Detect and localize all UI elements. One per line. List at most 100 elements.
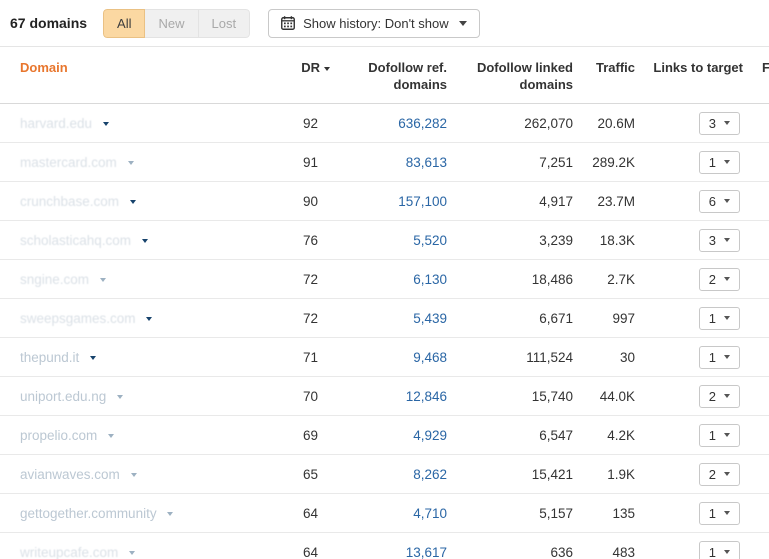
domain-link[interactable]: sngine.com (20, 272, 89, 287)
domain-link[interactable]: thepund.it (20, 350, 79, 365)
first-seen-cell-clipped (747, 259, 769, 299)
links-to-target-select[interactable]: 1 (698, 345, 740, 369)
table-row: avianwaves.com 65 8,262 15,421 1.9K 2 (0, 454, 769, 494)
domain-link[interactable]: avianwaves.com (20, 467, 120, 482)
links-to-target-select[interactable]: 1 (698, 501, 740, 525)
dr-value: 76 (288, 220, 330, 260)
table-row: propelio.com 69 4,929 6,547 4.2K 1 (0, 415, 769, 455)
dofollow-ref-domains-link[interactable]: 8,262 (413, 467, 447, 482)
show-history-button[interactable]: Show history: Don't show (268, 8, 480, 38)
domain-link[interactable]: scholasticahq.com (20, 233, 131, 248)
traffic-value: 483 (573, 532, 635, 559)
chevron-down-icon (724, 160, 730, 164)
domain-link[interactable]: gettogether.community (20, 506, 157, 521)
table-row: scholasticahq.com 76 5,520 3,239 18.3K 3 (0, 220, 769, 260)
traffic-value: 18.3K (573, 220, 635, 260)
chevron-down-icon[interactable] (102, 121, 109, 126)
dofollow-ref-domains-link[interactable]: 5,520 (413, 233, 447, 248)
dofollow-ref-domains-link[interactable]: 83,613 (406, 155, 447, 170)
dofollow-ref-domains-link[interactable]: 4,929 (413, 428, 447, 443)
links-to-target-select[interactable]: 3 (698, 111, 740, 135)
domains-count: 67 domains (10, 15, 88, 31)
dr-value: 69 (288, 415, 330, 455)
column-header-domain[interactable]: Domain (0, 47, 288, 104)
traffic-value: 4.2K (573, 415, 635, 455)
chevron-down-icon (724, 199, 730, 203)
table-row: harvard.edu 92 636,282 262,070 20.6M 3 (0, 103, 769, 143)
table-row: uniport.edu.ng 70 12,846 15,740 44.0K 2 (0, 376, 769, 416)
domain-link[interactable]: mastercard.com (20, 155, 117, 170)
chevron-down-icon (724, 355, 730, 359)
dofollow-ref-domains-link[interactable]: 157,100 (398, 194, 447, 209)
column-header-traffic[interactable]: Traffic (573, 47, 635, 104)
traffic-value: 2.7K (573, 259, 635, 299)
links-to-target-select[interactable]: 2 (698, 267, 740, 291)
dofollow-linked-domains-value: 262,070 (447, 103, 573, 143)
column-header-dofollow-linked-domains[interactable]: Dofollow linked domains (447, 47, 573, 104)
dofollow-linked-domains-value: 6,671 (447, 298, 573, 338)
links-to-target-select[interactable]: 2 (698, 462, 740, 486)
toolbar: 67 domains All New Lost Show history: Do… (0, 0, 769, 47)
column-header-dofollow-ref-domains[interactable]: Dofollow ref. domains (330, 47, 447, 104)
dr-value: 72 (288, 259, 330, 299)
calendar-icon (281, 16, 296, 30)
dofollow-ref-domains-link[interactable]: 6,130 (413, 272, 447, 287)
domain-link[interactable]: sweepsgames.com (20, 311, 136, 326)
referring-domains-table: Domain DR Dofollow ref. domains Dofollow… (0, 47, 769, 559)
links-to-target-select[interactable]: 6 (698, 189, 740, 213)
chevron-down-icon[interactable] (129, 199, 136, 204)
links-to-target-select[interactable]: 3 (698, 228, 740, 252)
chevron-down-icon[interactable] (129, 550, 136, 555)
dofollow-ref-domains-link[interactable]: 5,439 (413, 311, 447, 326)
links-to-target-select[interactable]: 1 (698, 150, 740, 174)
dofollow-ref-domains-link[interactable]: 636,282 (398, 116, 447, 131)
dofollow-ref-domains-link[interactable]: 12,846 (406, 389, 447, 404)
chevron-down-icon[interactable] (167, 511, 174, 516)
column-header-links-to-target[interactable]: Links to target (635, 47, 747, 104)
domain-link[interactable]: writeupcafe.com (20, 545, 118, 559)
column-header-first-seen[interactable]: First seen (747, 47, 769, 104)
first-seen-cell-clipped (747, 337, 769, 377)
chevron-down-icon[interactable] (141, 238, 148, 243)
dofollow-linked-domains-value: 5,157 (447, 493, 573, 533)
column-header-dr[interactable]: DR (288, 47, 330, 104)
links-to-target-value: 6 (708, 193, 716, 209)
dofollow-ref-domains-link[interactable]: 9,468 (413, 350, 447, 365)
chevron-down-icon[interactable] (127, 160, 134, 165)
dofollow-linked-domains-value: 15,421 (447, 454, 573, 494)
table-row: crunchbase.com 90 157,100 4,917 23.7M 6 (0, 181, 769, 221)
dofollow-linked-domains-value: 15,740 (447, 376, 573, 416)
links-to-target-select[interactable]: 1 (698, 540, 740, 559)
chevron-down-icon (458, 20, 467, 26)
domain-link[interactable]: harvard.edu (20, 116, 92, 131)
domain-link[interactable]: crunchbase.com (20, 194, 119, 209)
domain-link[interactable]: uniport.edu.ng (20, 389, 106, 404)
links-to-target-value: 3 (708, 115, 716, 131)
dr-value: 64 (288, 493, 330, 533)
dr-value: 91 (288, 142, 330, 182)
chevron-down-icon[interactable] (90, 355, 97, 360)
chevron-down-icon[interactable] (99, 277, 106, 282)
chevron-down-icon (724, 121, 730, 125)
tab-all[interactable]: All (103, 8, 146, 38)
chevron-down-icon[interactable] (130, 472, 137, 477)
first-seen-cell-clipped (747, 103, 769, 143)
dofollow-ref-domains-link[interactable]: 4,710 (413, 506, 447, 521)
chevron-down-icon[interactable] (146, 316, 153, 321)
links-to-target-value: 1 (708, 310, 716, 326)
chevron-down-icon[interactable] (108, 433, 115, 438)
domain-link[interactable]: propelio.com (20, 428, 97, 443)
dofollow-linked-domains-value: 7,251 (447, 142, 573, 182)
dofollow-ref-domains-link[interactable]: 13,617 (406, 545, 447, 559)
links-to-target-select[interactable]: 2 (698, 384, 740, 408)
tab-lost[interactable]: Lost (198, 8, 251, 38)
table-row: gettogether.community 64 4,710 5,157 135… (0, 493, 769, 533)
sort-desc-icon (324, 66, 330, 71)
table-header-row: Domain DR Dofollow ref. domains Dofollow… (0, 47, 769, 104)
links-to-target-select[interactable]: 1 (698, 423, 740, 447)
dofollow-linked-domains-value: 4,917 (447, 181, 573, 221)
first-seen-cell-clipped (747, 376, 769, 416)
tab-new[interactable]: New (145, 8, 199, 38)
links-to-target-select[interactable]: 1 (698, 306, 740, 330)
chevron-down-icon[interactable] (117, 394, 124, 399)
